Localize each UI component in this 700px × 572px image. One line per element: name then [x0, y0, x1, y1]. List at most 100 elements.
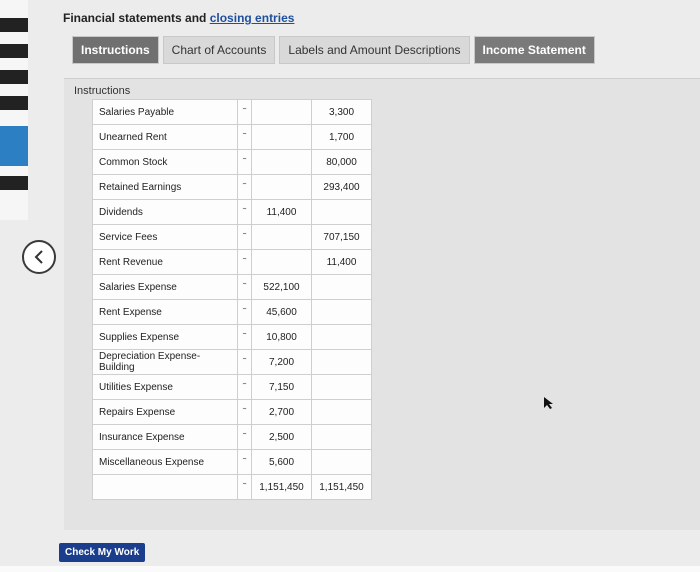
dropdown-arrow-icon[interactable]: ˜ — [237, 99, 252, 125]
credit-cell: 1,700 — [311, 124, 372, 150]
account-name: Repairs Expense — [92, 399, 238, 425]
dropdown-arrow-icon[interactable]: ˜ — [237, 449, 252, 475]
debit-cell: 2,700 — [251, 399, 312, 425]
debit-cell — [251, 99, 312, 125]
table-row: Supplies Expense ˜ 10,800 — [92, 324, 372, 350]
table-row: Salaries Expense ˜ 522,100 — [92, 274, 372, 300]
debit-cell — [251, 174, 312, 200]
account-name: Insurance Expense — [92, 424, 238, 450]
account-name: Supplies Expense — [92, 324, 238, 350]
account-name: Unearned Rent — [92, 124, 238, 150]
account-name: Rent Revenue — [92, 249, 238, 275]
dropdown-arrow-icon[interactable]: ˜ — [237, 474, 252, 500]
account-name: Salaries Payable — [92, 99, 238, 125]
table-row: Rent Expense ˜ 45,600 — [92, 299, 372, 325]
debit-cell: 2,500 — [251, 424, 312, 450]
account-name: Utilities Expense — [92, 374, 238, 400]
total-credit: 1,151,450 — [311, 474, 372, 500]
closing-entries-link[interactable]: closing entries — [210, 11, 295, 25]
table-row: Retained Earnings ˜ 293,400 — [92, 174, 372, 200]
dropdown-arrow-icon[interactable]: ˜ — [237, 299, 252, 325]
table-row: Utilities Expense ˜ 7,150 — [92, 374, 372, 400]
rail-bar — [0, 96, 28, 110]
credit-cell: 80,000 — [311, 149, 372, 175]
debit-cell — [251, 224, 312, 250]
dropdown-arrow-icon[interactable]: ˜ — [237, 374, 252, 400]
dropdown-arrow-icon[interactable]: ˜ — [237, 174, 252, 200]
back-button[interactable] — [22, 240, 56, 274]
account-name: Depreciation Expense-Building — [92, 349, 238, 375]
dropdown-arrow-icon[interactable]: ˜ — [237, 124, 252, 150]
table-row: Insurance Expense ˜ 2,500 — [92, 424, 372, 450]
account-name: Retained Earnings — [92, 174, 238, 200]
tab-income-statement[interactable]: Income Statement — [473, 36, 595, 64]
trial-balance-table: Salaries Payable ˜ 3,300 Unearned Rent ˜ 1,70… — [92, 99, 372, 500]
debit-cell: 11,400 — [251, 199, 312, 225]
debit-cell: 45,600 — [251, 299, 312, 325]
page-title: Financial statements and closing entries — [63, 11, 294, 25]
table-row: Dividends ˜ 11,400 — [92, 199, 372, 225]
dropdown-arrow-icon[interactable]: ˜ — [237, 249, 252, 275]
table-row: Common Stock ˜ 80,000 — [92, 149, 372, 175]
credit-cell — [311, 374, 372, 400]
table-row: Depreciation Expense-Building ˜ 7,200 — [92, 349, 372, 375]
dropdown-arrow-icon[interactable]: ˜ — [237, 424, 252, 450]
dropdown-arrow-icon[interactable]: ˜ — [237, 224, 252, 250]
table-row: Rent Revenue ˜ 11,400 — [92, 249, 372, 275]
table-row: Repairs Expense ˜ 2,700 — [92, 399, 372, 425]
instructions-panel: Instructions Salaries Payable ˜ 3,300 Unear… — [64, 78, 700, 530]
credit-cell — [311, 399, 372, 425]
table-row: Salaries Payable ˜ 3,300 — [92, 99, 372, 125]
tab-bar: Instructions Chart of Accounts Labels an… — [72, 36, 595, 64]
account-name: Rent Expense — [92, 299, 238, 325]
debit-cell: 522,100 — [251, 274, 312, 300]
credit-cell — [311, 274, 372, 300]
credit-cell — [311, 424, 372, 450]
debit-cell: 5,600 — [251, 449, 312, 475]
dropdown-arrow-icon[interactable]: ˜ — [237, 149, 252, 175]
table-row: Service Fees ˜ 707,150 — [92, 224, 372, 250]
credit-cell — [311, 449, 372, 475]
account-name: Service Fees — [92, 224, 238, 250]
rail-bar — [0, 44, 28, 58]
debit-cell: 7,200 — [251, 349, 312, 375]
debit-cell — [251, 149, 312, 175]
credit-cell — [311, 199, 372, 225]
totals-row: ˜ 1,151,450 1,151,450 — [92, 474, 372, 500]
totals-label — [92, 474, 238, 500]
debit-cell: 10,800 — [251, 324, 312, 350]
credit-cell: 293,400 — [311, 174, 372, 200]
rail-bar — [0, 70, 28, 84]
dropdown-arrow-icon[interactable]: ˜ — [237, 399, 252, 425]
account-name: Miscellaneous Expense — [92, 449, 238, 475]
credit-cell — [311, 299, 372, 325]
rail-bar — [0, 176, 28, 190]
account-name: Common Stock — [92, 149, 238, 175]
account-name: Dividends — [92, 199, 238, 225]
dropdown-arrow-icon[interactable]: ˜ — [237, 274, 252, 300]
credit-cell: 11,400 — [311, 249, 372, 275]
table-row: Miscellaneous Expense ˜ 5,600 — [92, 449, 372, 475]
debit-cell: 7,150 — [251, 374, 312, 400]
account-name: Salaries Expense — [92, 274, 238, 300]
check-my-work-button[interactable]: Check My Work — [59, 543, 146, 562]
tab-labels-and-amount-descriptions[interactable]: Labels and Amount Descriptions — [279, 36, 470, 64]
credit-cell — [311, 349, 372, 375]
left-rail — [0, 0, 28, 220]
dropdown-arrow-icon[interactable]: ˜ — [237, 199, 252, 225]
bottom-strip — [0, 566, 700, 572]
dropdown-arrow-icon[interactable]: ˜ — [237, 349, 252, 375]
debit-cell — [251, 249, 312, 275]
rail-bar — [0, 18, 28, 32]
credit-cell: 3,300 — [311, 99, 372, 125]
credit-cell — [311, 324, 372, 350]
rail-bar-active — [0, 126, 28, 166]
tab-chart-of-accounts[interactable]: Chart of Accounts — [162, 36, 276, 64]
mouse-cursor-icon — [544, 397, 553, 409]
debit-cell — [251, 124, 312, 150]
dropdown-arrow-icon[interactable]: ˜ — [237, 324, 252, 350]
credit-cell: 707,150 — [311, 224, 372, 250]
tab-instructions[interactable]: Instructions — [72, 36, 159, 64]
total-debit: 1,151,450 — [251, 474, 312, 500]
table-row: Unearned Rent ˜ 1,700 — [92, 124, 372, 150]
